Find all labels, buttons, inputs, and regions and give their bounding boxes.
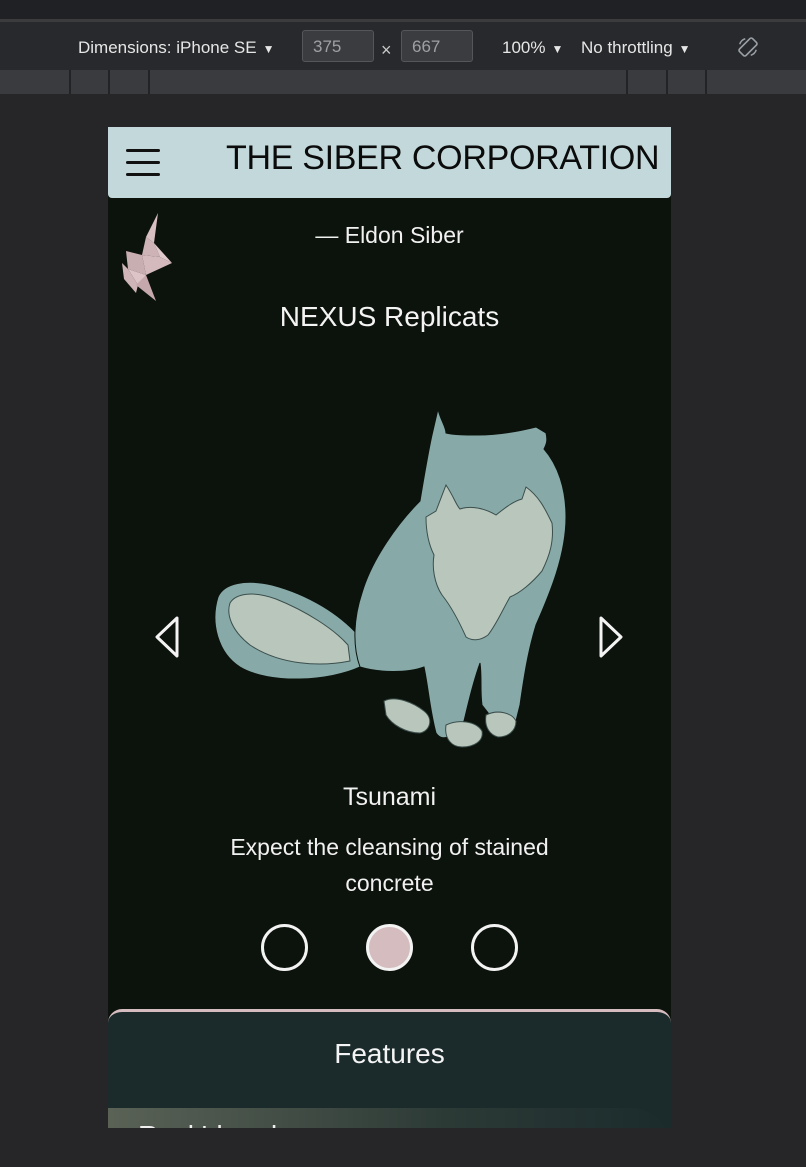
feature-card-title: Rock'd and... <box>138 1120 301 1128</box>
rotate-icon[interactable] <box>737 36 759 58</box>
times-sign: × <box>381 40 392 60</box>
dimensions-dropdown[interactable]: Dimensions: iPhone SE ▼ <box>78 38 274 58</box>
device-toolbar: Dimensions: iPhone SE ▼ 375 × 667 100% ▼ N… <box>0 22 806 70</box>
carousel-dot-3[interactable] <box>471 924 518 971</box>
devtools-top-bar <box>0 0 806 22</box>
features-title: Features <box>334 1038 445 1069</box>
carousel-dot-1[interactable] <box>261 924 308 971</box>
caret-down-icon: ▼ <box>262 42 275 56</box>
media-query-ruler <box>0 70 806 94</box>
brand-title: THE SIBER CORPORATION <box>226 139 660 177</box>
hamburger-menu-icon[interactable] <box>126 149 160 177</box>
carousel-prev-arrow-icon[interactable] <box>152 613 186 661</box>
carousel-next-arrow-icon[interactable] <box>592 613 626 661</box>
carousel-item-name: Tsunami <box>342 783 437 811</box>
carousel-indicators <box>260 924 520 972</box>
throttling-label: No throttling <box>581 38 673 57</box>
throttling-dropdown[interactable]: No throttling ▼ <box>581 38 691 58</box>
caret-down-icon: ▼ <box>678 42 691 56</box>
feature-card[interactable]: Rock'd and... <box>108 1108 671 1128</box>
carousel-dot-2[interactable] <box>366 924 413 971</box>
features-section: Features Rock'd and... <box>108 1009 671 1128</box>
carousel-item-description: Expect the cleansing of stained concrete <box>230 834 549 896</box>
height-input[interactable]: 667 <box>401 30 473 62</box>
site-header: THE SIBER CORPORATION <box>108 127 671 198</box>
quote-attribution: — Eldon Siber <box>315 222 464 248</box>
caret-down-icon: ▼ <box>551 42 564 56</box>
zoom-label: 100% <box>502 38 546 57</box>
device-viewport: THE SIBER CORPORATION — Eldon Siber NEXU… <box>108 127 671 1128</box>
carousel-title: NEXUS Replicats <box>279 301 500 332</box>
dimensions-label: Dimensions: iPhone SE <box>78 38 257 57</box>
zoom-dropdown[interactable]: 100% ▼ <box>502 38 563 58</box>
width-input[interactable]: 375 <box>302 30 374 62</box>
cat-silhouette-image <box>214 408 567 748</box>
